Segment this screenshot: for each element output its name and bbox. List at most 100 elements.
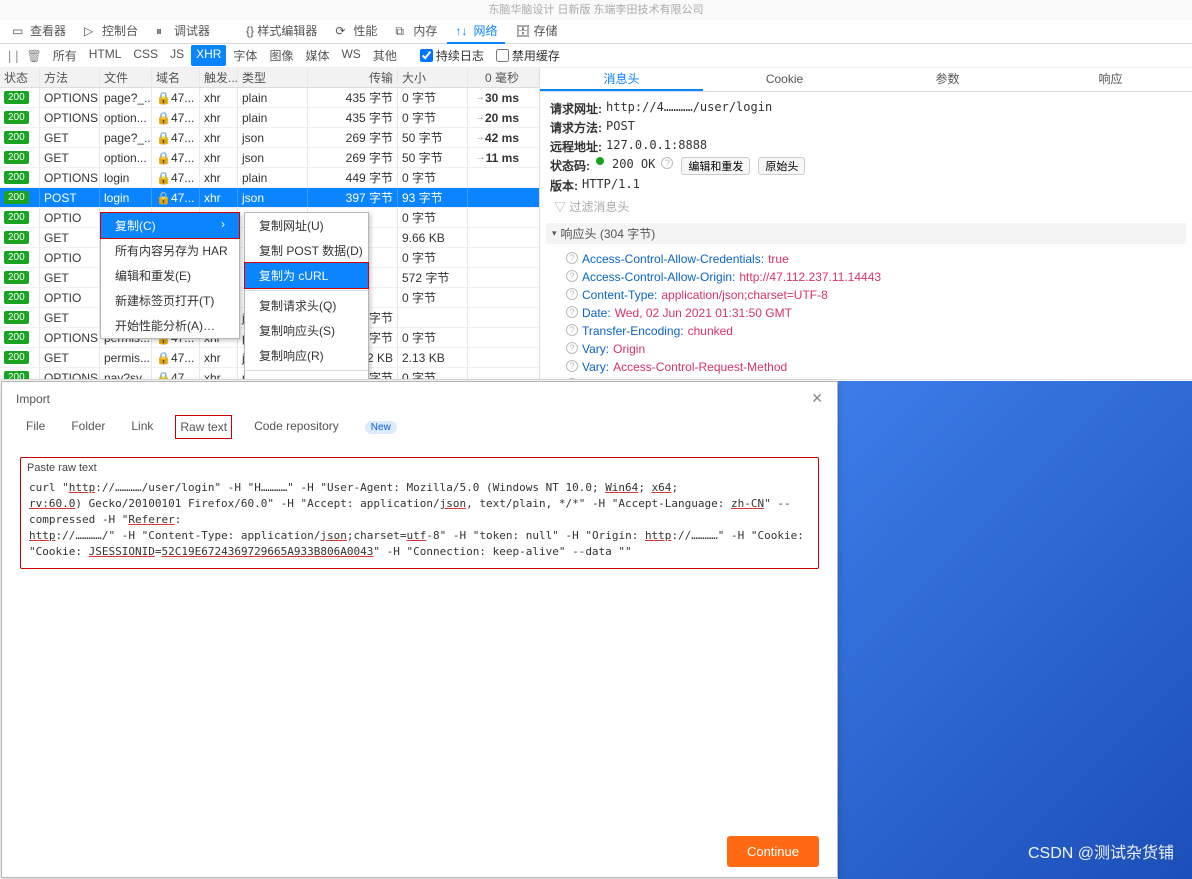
import-dialog: Import ✕ FileFolderLinkRaw textCode repo… (1, 381, 838, 878)
col-domain[interactable]: 域名 (152, 68, 200, 87)
filter-图像[interactable]: 图像 (264, 45, 298, 66)
col-timing[interactable]: 0 毫秒 (468, 68, 523, 87)
ctx-item[interactable]: 复制网址(U) (245, 213, 368, 238)
filter-XHR[interactable]: XHR (191, 45, 226, 66)
filter-CSS[interactable]: CSS (128, 45, 163, 66)
help-icon[interactable]: ? (566, 288, 578, 300)
pause-icon[interactable]: || (6, 49, 20, 63)
import-tab[interactable]: Link (127, 415, 157, 439)
response-headers-section[interactable]: 响应头 (304 字节) (546, 223, 1186, 244)
devtools-tab-memory[interactable]: ⧉内存 (387, 20, 445, 44)
help-icon[interactable]: ? (566, 378, 578, 379)
request-details-panel: 消息头Cookie参数响应 请求网址:http://4…………/user/log… (540, 68, 1192, 379)
context-menu-main: 复制(C)›所有内容另存为 HAR编辑和重发(E)新建标签页打开(T)开始性能分… (100, 212, 240, 339)
network-request-row[interactable]: 200GETpage?_...🔒 47...xhrjson269 字节50 字节… (0, 128, 539, 148)
details-tab[interactable]: 参数 (866, 68, 1029, 91)
ctx-item[interactable]: 复制为 cURL (245, 263, 368, 288)
ctx-item[interactable]: 新建标签页打开(T) (101, 288, 239, 313)
ctx-item[interactable]: 开始性能分析(A)… (101, 313, 239, 338)
details-tab[interactable]: 消息头 (540, 68, 703, 91)
details-tab[interactable]: Cookie (703, 68, 866, 91)
help-icon[interactable]: ? (566, 360, 578, 372)
col-method[interactable]: 方法 (40, 68, 100, 87)
ctx-item[interactable]: 全部复制为 HAR(O) (245, 373, 368, 379)
devtools-tab-perf[interactable]: ⟳性能 (327, 20, 385, 44)
help-icon[interactable]: ? (566, 324, 578, 336)
status-code-label: 状态码: (550, 157, 590, 175)
filter-WS[interactable]: WS (336, 45, 365, 66)
help-icon[interactable]: ? (661, 157, 673, 169)
import-tab[interactable]: Code repository (250, 415, 343, 439)
debug-icon: ⏸ (156, 24, 170, 38)
details-tab[interactable]: 响应 (1029, 68, 1192, 91)
col-cause[interactable]: 触发... (200, 68, 238, 87)
edit-resend-button[interactable]: 编辑和重发 (681, 157, 750, 175)
memory-icon: ⧉ (395, 24, 409, 38)
persist-log-checkbox[interactable]: 持续日志 (420, 47, 484, 64)
help-icon[interactable]: ? (566, 306, 578, 318)
filter-其他[interactable]: 其他 (368, 45, 402, 66)
header-row: ?Vary: Access-Control-Request-Method (550, 358, 1182, 376)
devtools-tab-inspect[interactable]: ▭查看器 (4, 20, 74, 44)
devtools-tab-console[interactable]: ▷控制台 (76, 20, 146, 44)
remote-address-value: 127.0.0.1:8888 (606, 138, 707, 155)
header-row: ?Vary: Access-Control-Request-Headers (550, 376, 1182, 379)
remote-address-label: 远程地址: (550, 138, 602, 155)
filter-headers-input[interactable]: ▽ 过滤消息头 (550, 196, 1182, 217)
network-request-row[interactable]: 200OPTIONSpage?_...🔒 47...xhrplain435 字节… (0, 88, 539, 108)
filter-字体[interactable]: 字体 (228, 45, 262, 66)
filter-所有[interactable]: 所有 (48, 45, 82, 66)
devtools-tab-network[interactable]: ↑↓网络 (447, 20, 505, 44)
col-type[interactable]: 类型 (238, 68, 308, 87)
help-icon[interactable]: ? (566, 270, 578, 282)
network-request-row[interactable]: 200POSTlogin🔒 47...xhrjson397 字节93 字节 (0, 188, 539, 208)
paste-raw-text-box: Paste raw text curl "http://…………/user/lo… (20, 457, 819, 569)
devtools-tab-style[interactable]: {} 样式编辑器 (220, 20, 325, 44)
ctx-item[interactable]: 复制(C)› (101, 213, 239, 238)
col-transferred[interactable]: 传输 (308, 68, 398, 87)
request-url-label: 请求网址: (550, 100, 602, 117)
watermark-text: CSDN @测试杂货铺 (1028, 839, 1174, 863)
ctx-item[interactable]: 复制响应(R) (245, 343, 368, 368)
desktop-background (838, 381, 1192, 879)
ctx-item[interactable]: 编辑和重发(E) (101, 263, 239, 288)
col-size[interactable]: 大小 (398, 68, 468, 87)
ctx-item[interactable]: 复制响应头(S) (245, 318, 368, 343)
filter-JS[interactable]: JS (165, 45, 189, 66)
request-method-label: 请求方法: (550, 119, 602, 136)
help-icon[interactable]: ? (566, 252, 578, 264)
help-icon[interactable]: ? (566, 342, 578, 354)
network-request-row[interactable]: 200GEToption...🔒 47...xhrjson269 字节50 字节… (0, 148, 539, 168)
ctx-item[interactable]: 所有内容另存为 HAR (101, 238, 239, 263)
dialog-close-button[interactable]: ✕ (811, 390, 823, 407)
ctx-item[interactable]: 复制请求头(Q) (245, 293, 368, 318)
header-row: ?Access-Control-Allow-Origin: http://47.… (550, 268, 1182, 286)
window-title: 东脑华脑设计 日新版 东端李田技术有限公司 (0, 0, 1192, 20)
devtools-tab-debug[interactable]: ⏸调试器 (148, 20, 218, 44)
header-row: ?Content-Type: application/json;charset=… (550, 286, 1182, 304)
network-request-row[interactable]: 200OPTIONSoption...🔒 47...xhrplain435 字节… (0, 108, 539, 128)
network-filter-bar: || 🗑 所有HTMLCSSJSXHR字体图像媒体WS其他 持续日志 禁用缓存 (0, 44, 1192, 68)
filter-HTML[interactable]: HTML (84, 45, 127, 66)
import-tab[interactable]: New (361, 415, 401, 439)
ctx-item[interactable]: 复制 POST 数据(D) (245, 238, 368, 263)
devtools-tab-storage[interactable]: 🗄存储 (507, 20, 565, 44)
col-file[interactable]: 文件 (100, 68, 152, 87)
network-request-row[interactable]: 200OPTIONSlogin🔒 47...xhrplain449 字节0 字节 (0, 168, 539, 188)
import-tab[interactable]: File (22, 415, 49, 439)
header-row: ?Access-Control-Allow-Credentials: true (550, 250, 1182, 268)
col-status[interactable]: 状态 (0, 68, 40, 87)
version-label: 版本: (550, 177, 578, 194)
console-icon: ▷ (84, 24, 98, 38)
import-tab[interactable]: Raw text (175, 415, 232, 439)
import-tab[interactable]: Folder (67, 415, 109, 439)
continue-button[interactable]: Continue (727, 836, 819, 867)
raw-headers-button[interactable]: 原始头 (758, 157, 805, 175)
trash-icon[interactable]: 🗑 (26, 49, 41, 63)
filter-媒体[interactable]: 媒体 (300, 45, 334, 66)
raw-text-input[interactable]: curl "http://…………/user/login" -H "H…………"… (21, 478, 818, 568)
status-code-value: 200 OK (612, 157, 655, 175)
style-icon (228, 24, 242, 38)
header-row: ?Date: Wed, 02 Jun 2021 01:31:50 GMT (550, 304, 1182, 322)
disable-cache-checkbox[interactable]: 禁用缓存 (496, 47, 560, 64)
